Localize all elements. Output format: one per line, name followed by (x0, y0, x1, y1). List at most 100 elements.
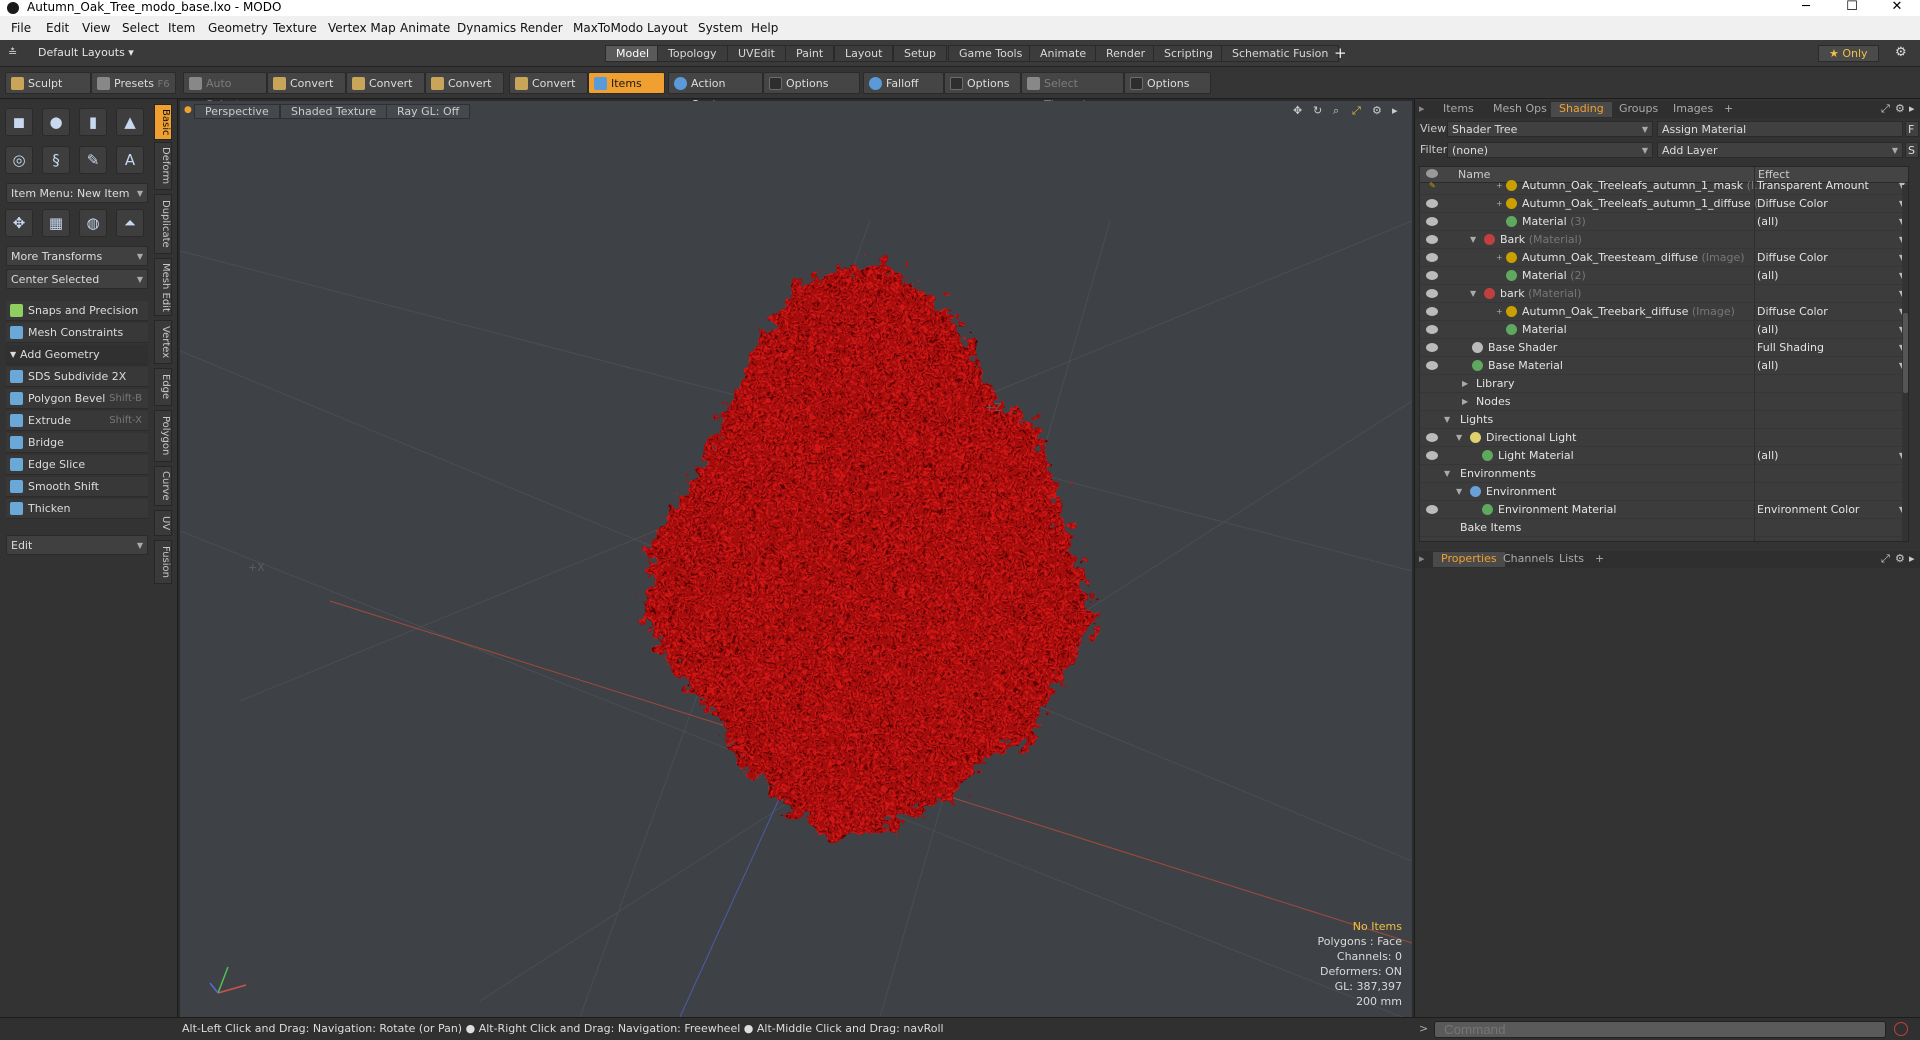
panel-expand-icon[interactable]: ⤢ (1881, 102, 1890, 116)
tree-row-environment[interactable]: ▼ Environment (1420, 483, 1908, 501)
viewport-gear-icon[interactable]: ⚙ (1372, 104, 1382, 117)
only-toggle[interactable]: ★ Only (1818, 45, 1879, 62)
tree-row-bake-items[interactable]: Bake Items (1420, 519, 1908, 537)
add-tab-button[interactable]: + (1334, 44, 1347, 62)
perspective-button[interactable]: Perspective (194, 104, 280, 119)
auto-select-button[interactable]: Auto Select (183, 72, 267, 111)
edit-dropdown[interactable]: Edit (6, 535, 148, 555)
tree-row-base-shader[interactable]: Base Shader Full Shading (1420, 339, 1908, 357)
sphere-primitive-button[interactable]: ● (42, 108, 70, 136)
menu-animate[interactable]: Animate (400, 21, 450, 35)
zoom-icon[interactable]: ⌕ (1333, 104, 1339, 118)
tab-uvedit[interactable]: UVEdit (727, 45, 786, 62)
tree-row-directional-light[interactable]: ▼ Directional Light (1420, 429, 1908, 447)
maximize-button[interactable]: ☐ (1829, 0, 1875, 16)
tree-row-base-material[interactable]: Base Material (all) (1420, 357, 1908, 375)
expand-icon[interactable]: ▶ (1462, 393, 1468, 410)
tab-scripting[interactable]: Scripting (1153, 45, 1224, 62)
menu-layout[interactable]: Layout (647, 21, 688, 35)
eye-icon[interactable] (1426, 271, 1438, 280)
convert-vertices-button[interactable]: Convert (267, 72, 346, 94)
action-center-button[interactable]: Action Center (668, 72, 763, 111)
tree-row-light-material[interactable]: Light Material (all) (1420, 447, 1908, 465)
menu-view[interactable]: View (82, 21, 110, 35)
effect-dropdown[interactable]: Diffuse Color (1754, 303, 1908, 320)
tab-images[interactable]: Images (1665, 102, 1721, 117)
tree-row-leaf-diffuse[interactable]: + Autumn_Oak_Treeleafs_autumn_1_diffuse (… (1420, 195, 1908, 213)
text-tool-button[interactable]: A (116, 146, 144, 174)
sculpt-button[interactable]: Sculpt (5, 72, 91, 94)
tab-properties[interactable]: Properties (1433, 552, 1505, 567)
cylinder-primitive-button[interactable]: ▮ (79, 108, 107, 136)
tab-paint[interactable]: Paint (785, 45, 835, 62)
tab-animate[interactable]: Animate (1029, 45, 1098, 62)
tab-mesh-ops[interactable]: Mesh Ops (1485, 102, 1555, 117)
vtab-deform[interactable]: Deform (154, 142, 172, 190)
filter-dropdown[interactable]: (none) (1447, 142, 1653, 158)
panel-menu-icon[interactable]: ▸ (1419, 552, 1425, 565)
s-button[interactable]: S (1905, 142, 1919, 158)
vtab-fusion[interactable]: Fusion (154, 540, 172, 584)
items-mode-button[interactable]: Items (588, 72, 665, 94)
layout-toggle-icon[interactable]: ≛ (8, 46, 17, 59)
effect-dropdown[interactable]: (all) (1754, 357, 1908, 374)
eye-icon[interactable] (1426, 199, 1438, 208)
3d-viewport[interactable]: +X +Z ● Perspective Shaded Texture Ray G… (180, 101, 1412, 1017)
menu-item[interactable]: Item (168, 21, 195, 35)
action-center-options-button[interactable]: Options (763, 72, 860, 94)
menu-edit[interactable]: Edit (46, 21, 69, 35)
effect-dropdown[interactable]: (all) (1754, 213, 1908, 230)
expand-icon[interactable]: ▶ (1462, 375, 1468, 392)
eye-icon[interactable] (1426, 325, 1438, 334)
add-geometry-section[interactable]: ▼ Add Geometry (6, 345, 148, 365)
record-icon[interactable] (1894, 1022, 1908, 1036)
menu-dynamics[interactable]: Dynamics (457, 21, 516, 35)
effect-dropdown[interactable]: (all) (1754, 321, 1908, 338)
collapse-icon[interactable]: ▼ (1444, 411, 1450, 428)
select-options-button[interactable]: Options (1124, 72, 1211, 94)
torus-primitive-button[interactable]: ◎ (5, 146, 33, 174)
pen-tool-button[interactable]: ✎ (79, 146, 107, 174)
tree-row-material[interactable]: Material (all) (1420, 321, 1908, 339)
menu-select[interactable]: Select (122, 21, 159, 35)
transform-gizmo-button[interactable]: ✥ (5, 209, 33, 237)
more-transforms-dropdown[interactable]: More Transforms (6, 246, 148, 266)
effect-dropdown[interactable]: (all) (1754, 267, 1908, 284)
collapse-icon[interactable]: ▼ (1456, 429, 1462, 446)
item-menu-dropdown[interactable]: Item Menu: New Item (6, 183, 148, 203)
effect-dropdown[interactable]: (all) (1754, 447, 1908, 464)
vtab-basic[interactable]: Basic (154, 104, 172, 140)
vtab-mesh-edit[interactable]: Mesh Edit (154, 258, 172, 316)
view-dropdown[interactable]: Shader Tree (1447, 121, 1653, 137)
thicken-button[interactable]: Thicken (6, 499, 148, 519)
vtab-uv[interactable]: UV (154, 510, 172, 536)
tab-game-tools[interactable]: Game Tools (948, 45, 1034, 62)
viewport-menu-icon[interactable]: ● (184, 105, 192, 115)
eye-icon[interactable] (1426, 343, 1438, 352)
tab-shading[interactable]: Shading (1551, 102, 1612, 117)
cube-primitive-button[interactable]: ◼ (5, 108, 33, 136)
vtab-edge[interactable]: Edge (154, 368, 172, 406)
extrude-button[interactable]: Extrude Shift-X (6, 411, 148, 431)
rotate-icon[interactable]: ↻ (1313, 104, 1322, 117)
menu-maxtomodo[interactable]: MaxToModo (573, 21, 643, 35)
add-layer-dropdown[interactable]: Add Layer (1657, 142, 1903, 158)
convert-polygons-button[interactable]: Convert (425, 72, 504, 94)
panel-more-icon[interactable]: ▸ (1909, 102, 1915, 115)
tree-row-nodes[interactable]: ▶ Nodes (1420, 393, 1908, 411)
tree-row-bark-group[interactable]: ▼ Bark (Material) (1420, 231, 1908, 249)
menu-vertex-map[interactable]: Vertex Map (328, 21, 396, 35)
eye-icon[interactable] (1426, 235, 1438, 244)
tab-setup[interactable]: Setup (893, 45, 948, 62)
tab-lists[interactable]: Lists (1551, 552, 1592, 567)
assign-material-button[interactable]: Assign Material (1657, 121, 1903, 137)
collapse-icon[interactable]: ▼ (1470, 231, 1476, 248)
eye-icon[interactable] (1426, 289, 1438, 298)
grid-button[interactable]: ▦ (42, 209, 70, 237)
tree-row-treesteam-diffuse[interactable]: + Autumn_Oak_Treesteam_diffuse (Image) Dif… (1420, 249, 1908, 267)
edge-slice-button[interactable]: Edge Slice (6, 455, 148, 475)
perspective-grid-button[interactable]: ⏶ (116, 209, 144, 237)
snaps-precision-button[interactable]: Snaps and Precision (6, 301, 148, 321)
layout-gear-icon[interactable]: ⚙ (1895, 45, 1907, 60)
properties-more-icon[interactable]: ▸ (1909, 552, 1915, 565)
